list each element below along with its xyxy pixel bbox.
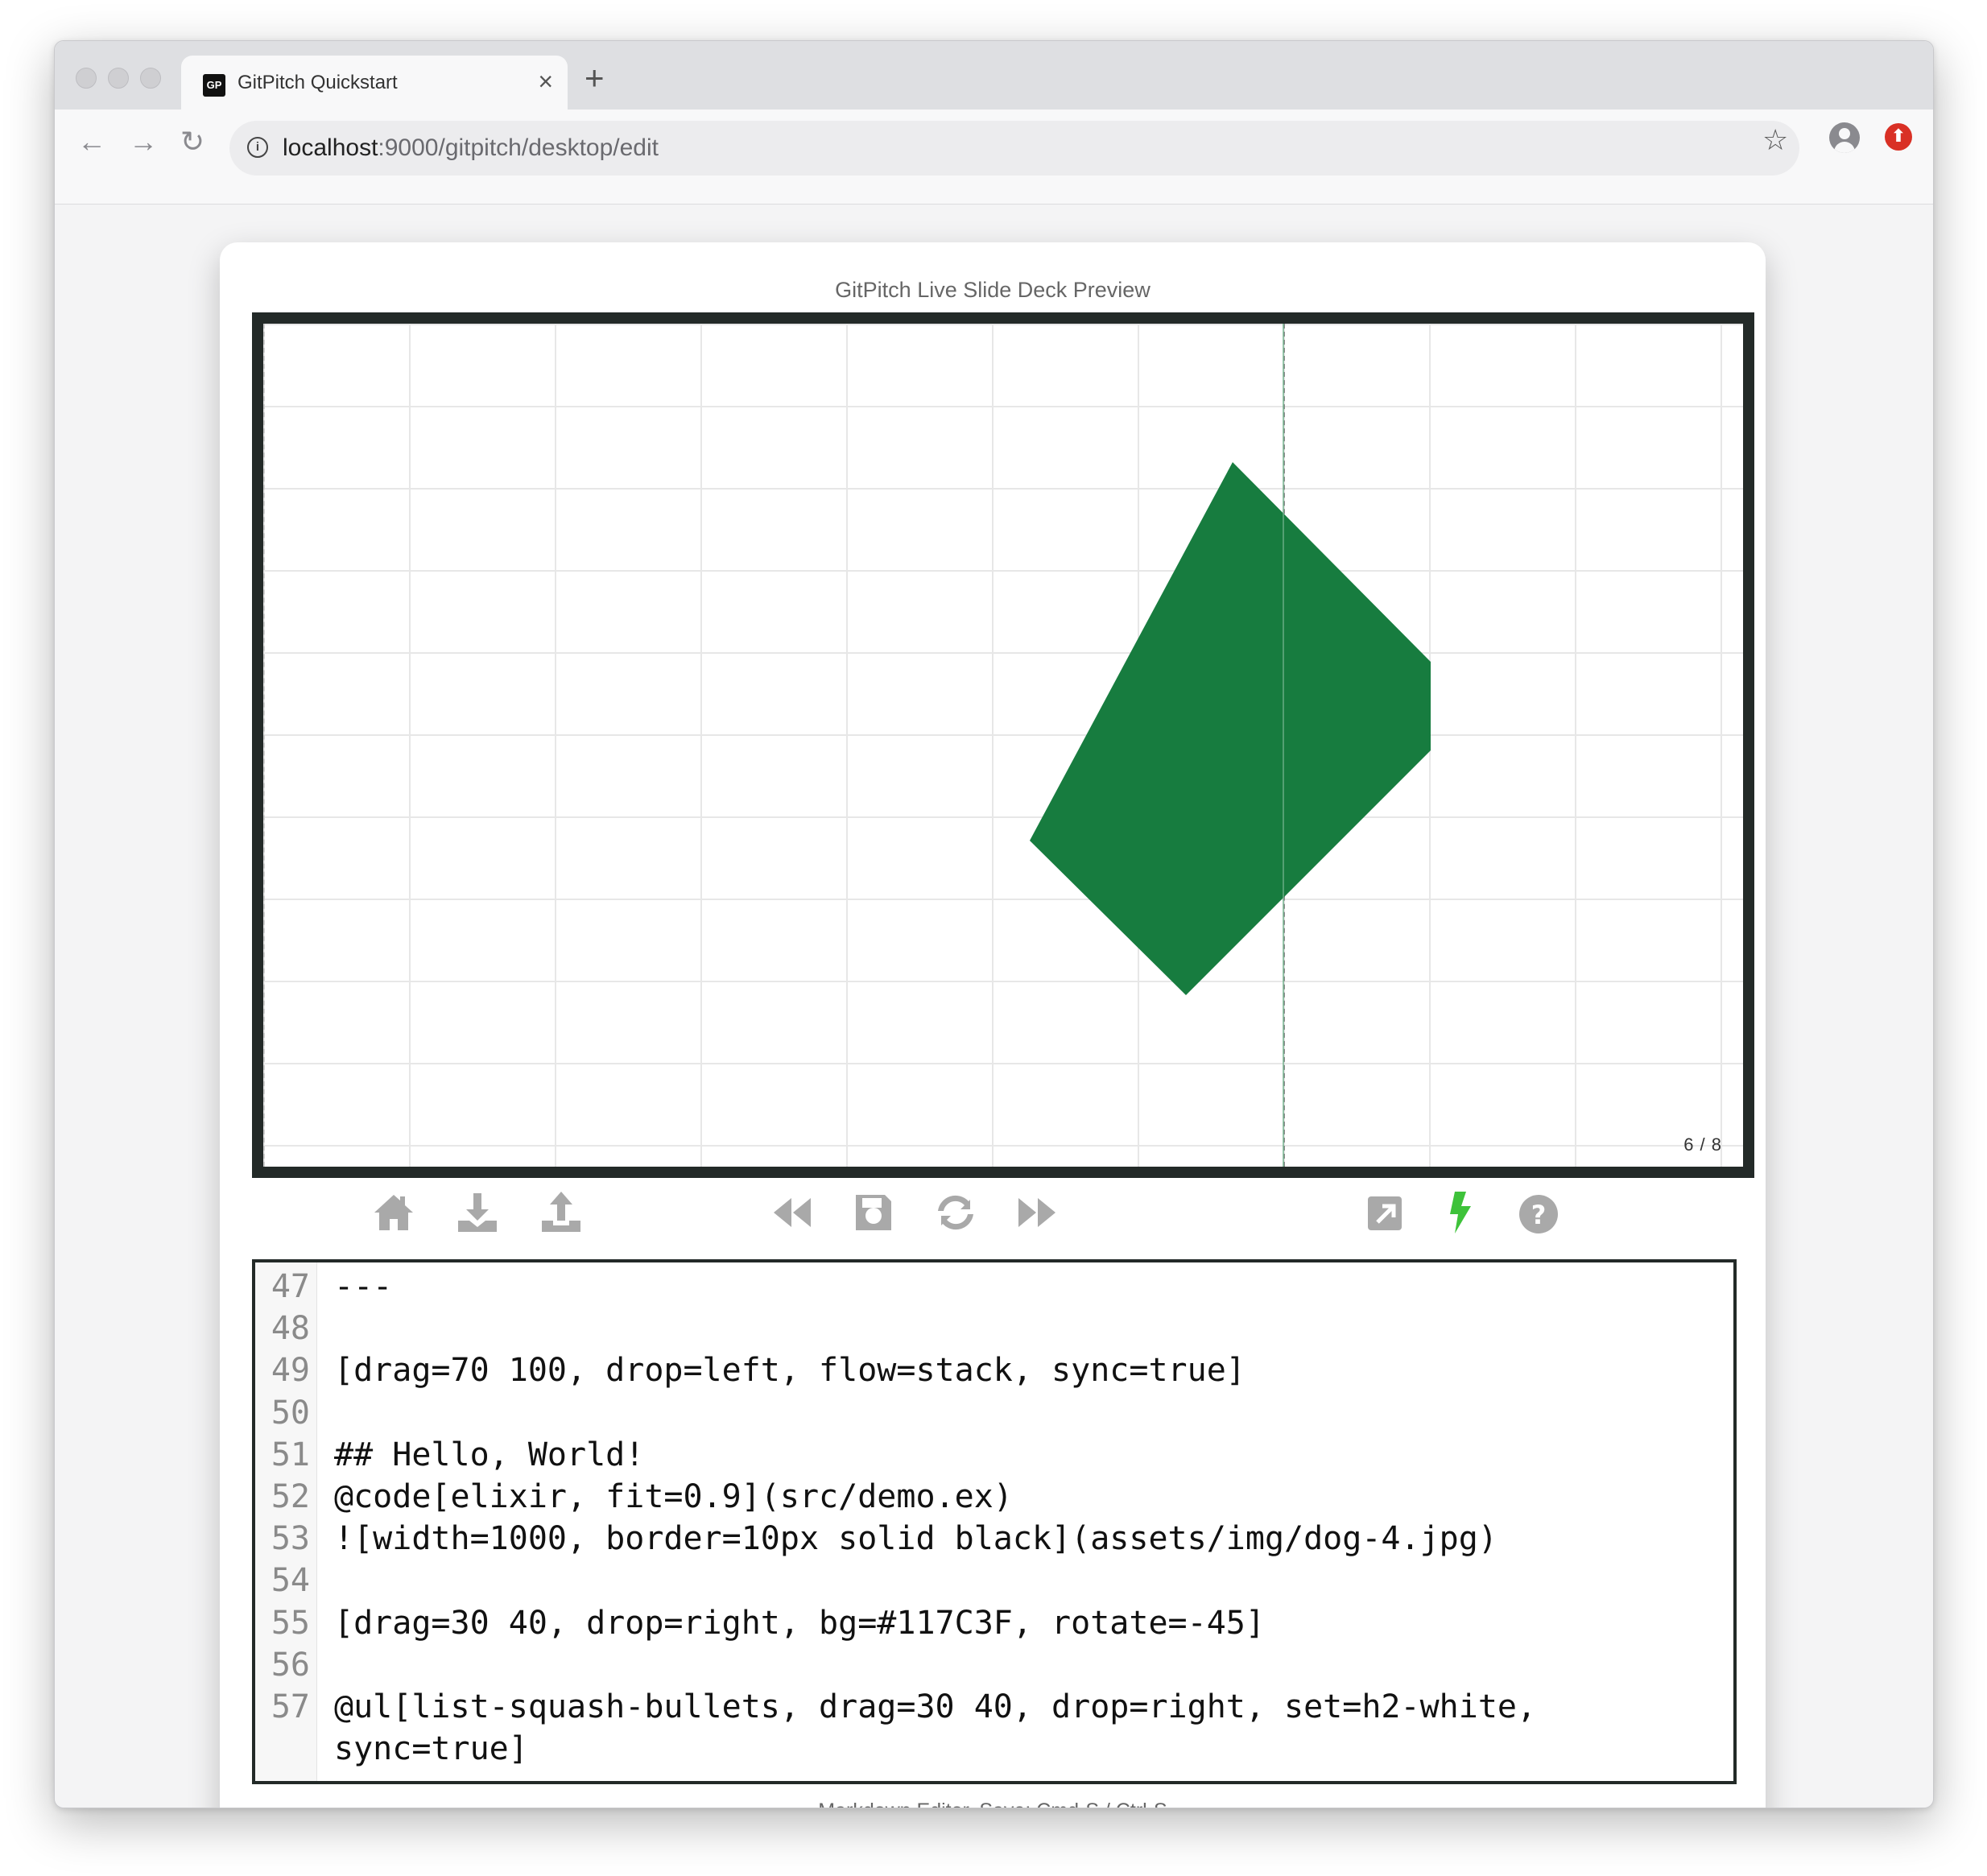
code-line[interactable]: ![width=1000, border=10px solid black](a… <box>334 1518 1497 1560</box>
line-number: 56 <box>271 1646 310 1684</box>
tab-strip: GP GitPitch Quickstart × + <box>55 41 1933 110</box>
profile-head <box>1839 128 1850 139</box>
rotated-block[interactable] <box>263 324 1743 1167</box>
line-number: 54 <box>271 1562 310 1600</box>
external-link-icon[interactable] <box>1361 1188 1410 1237</box>
tab-close-icon[interactable]: × <box>538 67 553 96</box>
reload-icon[interactable]: ↻ <box>180 126 204 158</box>
address-bar[interactable]: i localhost:9000/gitpitch/desktop/edit <box>229 121 1799 176</box>
code-line[interactable]: ## Hello, World! <box>334 1434 644 1476</box>
window-close-button[interactable] <box>76 68 97 89</box>
tab-title: GitPitch Quickstart <box>238 72 398 93</box>
line-number: 48 <box>271 1310 310 1348</box>
profile-body <box>1834 142 1855 153</box>
window-zoom-button[interactable] <box>140 68 161 89</box>
code-line[interactable]: @code[elixir, fit=0.9](src/demo.ex) <box>334 1476 1013 1518</box>
browser-toolbar: ← → ↻ i localhost:9000/gitpitch/desktop/… <box>55 110 1933 205</box>
line-number: 57 <box>271 1688 310 1725</box>
profile-icon[interactable] <box>1829 122 1860 153</box>
line-number: 53 <box>271 1520 310 1558</box>
code-line[interactable]: @ul[list-squash-bullets, drag=30 40, dro… <box>334 1686 1536 1728</box>
upload-icon[interactable] <box>537 1188 585 1237</box>
save-icon[interactable] <box>849 1188 898 1237</box>
editor-modal: GitPitch Live Slide Deck Preview 6 / 8 ?… <box>220 242 1766 1808</box>
url-host: localhost <box>283 134 378 161</box>
bolt-icon[interactable] <box>1437 1188 1485 1237</box>
line-number: 51 <box>271 1436 310 1473</box>
code-line[interactable]: --- <box>334 1266 392 1308</box>
line-number: 52 <box>271 1478 310 1515</box>
code-line[interactable]: [drag=30 40, drop=right, bg=#117C3F, rot… <box>334 1602 1265 1644</box>
line-number: 47 <box>271 1268 310 1305</box>
download-icon[interactable] <box>453 1188 502 1237</box>
info-icon[interactable]: i <box>247 137 268 158</box>
preview-title: GitPitch Live Slide Deck Preview <box>835 278 1150 302</box>
window-minimize-button[interactable] <box>108 68 129 89</box>
page-content: GitPitch Live Slide Deck Preview 6 / 8 ?… <box>55 205 1933 1808</box>
line-number <box>255 1728 310 1770</box>
slide-preview[interactable]: 6 / 8 <box>252 312 1754 1178</box>
fast-forward-icon[interactable] <box>1014 1188 1062 1237</box>
url-text[interactable]: localhost:9000/gitpitch/desktop/edit <box>283 134 659 162</box>
rewind-icon[interactable] <box>767 1188 816 1237</box>
markdown-editor[interactable]: 47 --- 48 49 [drag=70 100, drop=left, flow=s… <box>252 1259 1737 1784</box>
slide-page-indicator: 6 / 8 <box>1683 1134 1722 1155</box>
star-icon[interactable]: ☆ <box>1762 124 1788 156</box>
help-icon[interactable]: ? <box>1514 1188 1563 1237</box>
back-icon[interactable]: ← <box>77 126 106 158</box>
new-tab-button[interactable]: + <box>585 60 605 96</box>
line-number: 49 <box>271 1352 310 1390</box>
url-path: :9000/gitpitch/desktop/edit <box>378 134 659 161</box>
refresh-icon[interactable] <box>932 1188 980 1237</box>
line-number: 50 <box>271 1394 310 1432</box>
editor-caption: Markdown Editor, Save: Cmd-S / Ctrl-S <box>220 1800 1766 1808</box>
browser-tab[interactable]: GP GitPitch Quickstart × <box>181 56 568 110</box>
update-icon[interactable]: ⬆ <box>1885 123 1912 151</box>
svg-text:?: ? <box>1531 1200 1547 1230</box>
gitpitch-favicon-icon: GP <box>203 74 225 97</box>
browser-window: GP GitPitch Quickstart × + ← → ↻ i local… <box>54 40 1934 1808</box>
line-number: 55 <box>271 1604 310 1642</box>
green-diamond-shape <box>1030 462 1431 995</box>
code-line[interactable]: [drag=70 100, drop=left, flow=stack, syn… <box>334 1349 1245 1391</box>
home-icon[interactable] <box>370 1188 418 1237</box>
code-line[interactable]: sync=true] <box>334 1728 528 1770</box>
forward-icon[interactable]: → <box>129 126 158 158</box>
